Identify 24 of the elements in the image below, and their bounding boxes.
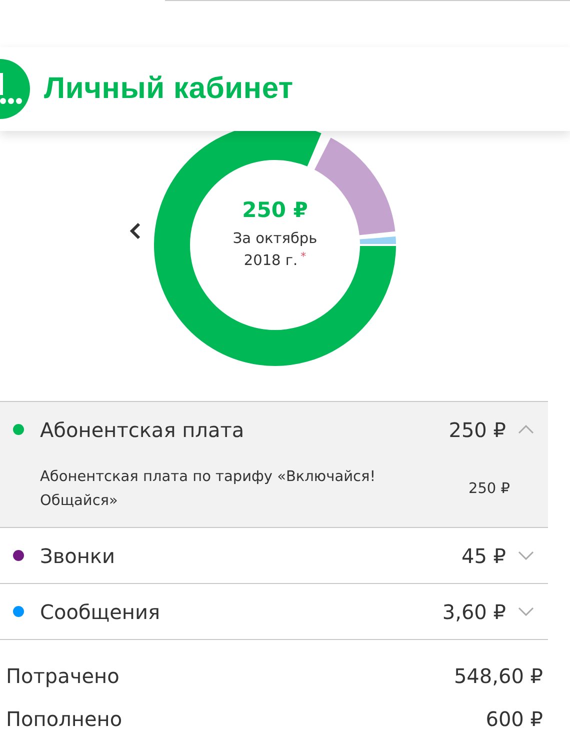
chevron-down-icon[interactable] xyxy=(518,551,534,560)
chevron-up-icon[interactable] xyxy=(518,425,534,434)
charge-amount: 45 ₽ xyxy=(461,544,506,568)
charge-name: Звонки xyxy=(40,544,116,568)
charge-row[interactable]: Сообщения 3,60 ₽ xyxy=(0,584,548,639)
total-amount: 600 ₽ xyxy=(486,706,543,730)
charge-amount: 250 ₽ xyxy=(448,418,506,442)
page-title: Личный кабинет xyxy=(44,72,294,106)
total-label: Потрачено xyxy=(6,664,120,688)
charge-row[interactable]: Абонентская плата 250 ₽ xyxy=(0,402,548,457)
detail-text: Абонентская плата по тарифу «Включайся! Общайся» xyxy=(40,468,377,511)
year-label: 2018 г. xyxy=(244,252,298,271)
footnote-mark: * xyxy=(300,250,306,263)
total-amount: 548,60 ₽ xyxy=(454,664,543,688)
chevron-down-icon[interactable] xyxy=(518,607,534,616)
chevron-left-icon[interactable] xyxy=(128,221,142,241)
charge-name: Сообщения xyxy=(40,600,162,624)
total-label: Пополнено xyxy=(6,706,122,730)
charge-name: Абонентская плата xyxy=(40,418,246,442)
total-amount: 250 ₽ xyxy=(242,198,308,222)
charge-row[interactable]: Звонки 45 ₽ xyxy=(0,528,548,583)
period-label: За октябрь xyxy=(232,230,318,249)
charge-amount: 3,60 ₽ xyxy=(442,600,506,624)
detail-amount: 250 ₽ xyxy=(468,481,510,497)
